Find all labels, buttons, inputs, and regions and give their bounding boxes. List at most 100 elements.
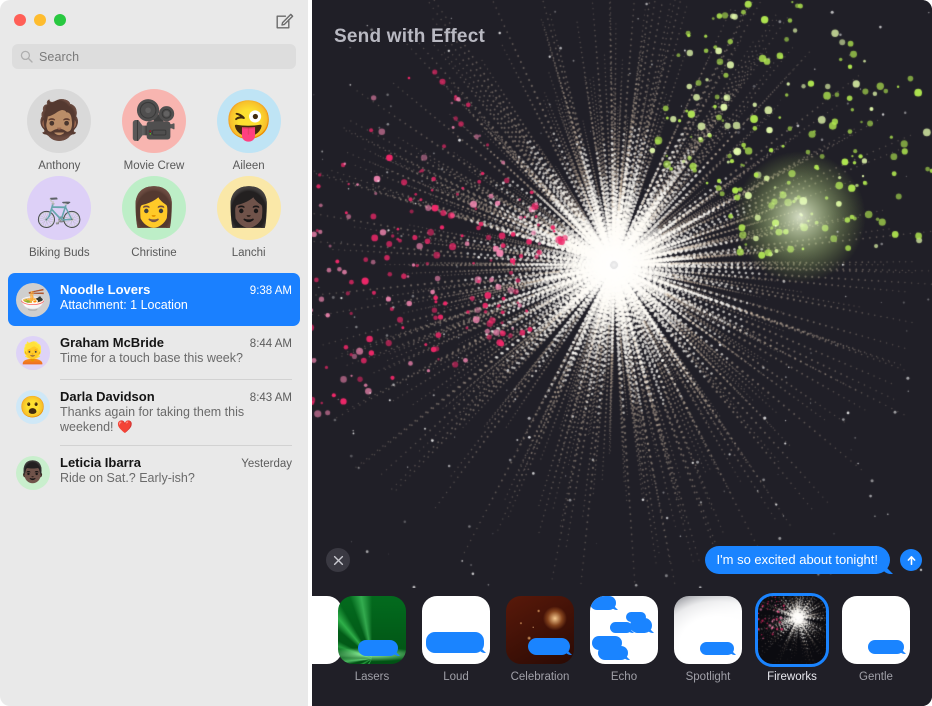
avatar: 🚲: [27, 176, 92, 240]
effect-option-loud[interactable]: Loud: [414, 596, 498, 683]
effect-label: Celebration: [510, 671, 570, 683]
pinned-item-label: Anthony: [38, 160, 81, 172]
conversation-preview: Ride on Sat.? Early-ish?: [60, 470, 195, 485]
list-item-header: Leticia Ibarra Yesterday: [60, 455, 292, 470]
effect-thumbnail: [422, 596, 490, 664]
close-icon[interactable]: [326, 548, 350, 572]
close-window-button[interactable]: [14, 14, 26, 26]
avatar: 🍜: [16, 283, 50, 317]
list-item-header: Graham McBride 8:44 AM: [60, 335, 292, 350]
conversation-timestamp: 8:43 AM: [249, 392, 292, 404]
list-item-body: Darla Davidson 8:43 AM Thanks again for ta…: [60, 389, 292, 436]
thumbnail-bubble: [590, 596, 616, 610]
effect-label: Fireworks: [767, 671, 817, 683]
conversation-name: Darla Davidson: [60, 389, 155, 404]
conversation-preview: Time for a touch base this week?: [60, 351, 243, 365]
compose-icon[interactable]: [275, 11, 294, 30]
effect-option-echo[interactable]: Echo: [582, 596, 666, 683]
thumbnail-bubble: [528, 638, 570, 655]
pinned-item-label: Aileen: [232, 160, 265, 172]
avatar: 🎥: [121, 89, 186, 153]
effect-option-spotlight[interactable]: Spotlight: [666, 596, 750, 683]
effect-thumbnail: [842, 596, 910, 664]
fireworks-thumbnail-canvas: [758, 596, 826, 664]
pinned-item[interactable]: 🎥 Movie Crew: [107, 89, 202, 172]
pinned-item[interactable]: 🧔🏽 Anthony: [12, 89, 107, 172]
arrow-up-icon[interactable]: [900, 549, 922, 571]
effect-thumbnail: [674, 596, 742, 664]
list-item-body: Noodle Lovers 9:38 AM Attachment: 1 Locati…: [60, 282, 292, 313]
effect-label: Gentle: [859, 671, 893, 683]
effect-label: Loud: [443, 671, 469, 683]
pinned-conversations: 🧔🏽 Anthony 🎥 Movie Crew 😜 Aileen 🚲 Biking Buds 👩…: [0, 69, 308, 267]
thumbnail-bubble: [598, 646, 628, 660]
conversation-timestamp: Yesterday: [241, 457, 292, 470]
minimize-window-button[interactable]: [34, 14, 46, 26]
traffic-lights: [14, 14, 66, 26]
thumbnail-bubble: [426, 632, 484, 653]
avatar: 😮: [16, 390, 50, 424]
conversation-name: Noodle Lovers: [60, 282, 151, 297]
avatar: 👩🏿: [216, 176, 281, 240]
avatar: 😜: [216, 89, 281, 153]
conversation-preview: Attachment: 1 Location: [60, 298, 188, 312]
list-item[interactable]: 👨🏿 Leticia Ibarra Yesterday Ride on Sat.? E…: [8, 446, 300, 499]
pinned-item-label: Lanchi: [231, 247, 266, 259]
window-titlebar: [0, 0, 308, 40]
effect-option-lasers[interactable]: Lasers: [330, 596, 414, 683]
page-title: Send with Effect: [334, 26, 485, 47]
thumbnail-bubble: [610, 622, 632, 633]
avatar: 👩: [121, 176, 186, 240]
pinned-item[interactable]: 👩 Christine: [107, 176, 202, 259]
list-item-body: Graham McBride 8:44 AM Time for a touch ba…: [60, 335, 292, 366]
list-item-body: Leticia Ibarra Yesterday Ride on Sat.? Ear…: [60, 455, 292, 486]
conversation-timestamp: 9:38 AM: [249, 285, 292, 297]
pinned-item[interactable]: 🚲 Biking Buds: [12, 176, 107, 259]
list-item[interactable]: 😮 Darla Davidson 8:43 AM Thanks again for t…: [8, 380, 300, 445]
conversation-name: Leticia Ibarra: [60, 454, 141, 470]
fireworks-animation: [312, 0, 932, 588]
list-item-header: Darla Davidson 8:43 AM: [60, 389, 292, 404]
avatar: 🧔🏽: [27, 89, 92, 153]
conversation-preview: Thanks again for taking them this weeken…: [60, 405, 245, 435]
sidebar: Search 🧔🏽 Anthony 🎥 Movie Crew 😜 Aileen 🚲 Bikin…: [0, 0, 308, 706]
messages-window: Search 🧔🏽 Anthony 🎥 Movie Crew 😜 Aileen 🚲 Bikin…: [0, 0, 932, 706]
message-preview-row: I'm so excited about tonight!: [312, 546, 932, 582]
thumbnail-bubble: [700, 642, 734, 655]
list-item[interactable]: 🍜 Noodle Lovers 9:38 AM Attachment: 1 Locat…: [8, 273, 300, 326]
effect-option-celebration[interactable]: Celebration: [498, 596, 582, 683]
thumbnail-bubble: [630, 618, 652, 633]
effect-stage: [312, 0, 932, 588]
pinned-item[interactable]: 👩🏿 Lanchi: [201, 176, 296, 259]
effect-thumbnail: [506, 596, 574, 664]
zoom-window-button[interactable]: [54, 14, 66, 26]
effects-picker[interactable]: Lasers Loud Celebration Echo Spotlight Firewo…: [312, 588, 932, 706]
effect-option-fireworks[interactable]: Fireworks: [750, 593, 834, 683]
thumbnail-bubble: [358, 640, 398, 656]
effect-label: Spotlight: [685, 671, 731, 683]
list-item[interactable]: 👱 Graham McBride 8:44 AM Time for a touch b…: [8, 326, 300, 379]
effect-preview-panel: Send with Effect I'm so excited about to…: [312, 0, 932, 706]
effect-label: Lasers: [354, 671, 390, 683]
effect-thumbnail: [590, 596, 658, 664]
pinned-item-label: Biking Buds: [28, 247, 90, 259]
thumbnail-bubble: [868, 640, 904, 654]
conversation-name: Graham McBride: [60, 335, 165, 350]
effect-label: Echo: [610, 671, 638, 683]
pinned-item[interactable]: 😜 Aileen: [201, 89, 296, 172]
effect-thumbnail: [755, 593, 829, 667]
pinned-item-label: Christine: [131, 247, 177, 259]
conversation-list: 🍜 Noodle Lovers 9:38 AM Attachment: 1 Locat…: [0, 267, 308, 499]
effect-option-gentle[interactable]: Gentle: [834, 596, 918, 683]
conversation-timestamp: 8:44 AM: [249, 338, 292, 350]
search-placeholder: Search: [39, 49, 80, 64]
search-input[interactable]: Search: [12, 44, 296, 69]
search-icon: [20, 50, 33, 63]
avatar: 👱: [16, 336, 50, 370]
avatar: 👨🏿: [16, 455, 50, 490]
message-bubble: I'm so excited about tonight!: [704, 546, 890, 574]
effect-option[interactable]: [312, 596, 342, 671]
list-item-header: Noodle Lovers 9:38 AM: [60, 282, 292, 297]
search-bar[interactable]: Search: [0, 40, 308, 69]
effect-thumbnail: [338, 596, 406, 664]
